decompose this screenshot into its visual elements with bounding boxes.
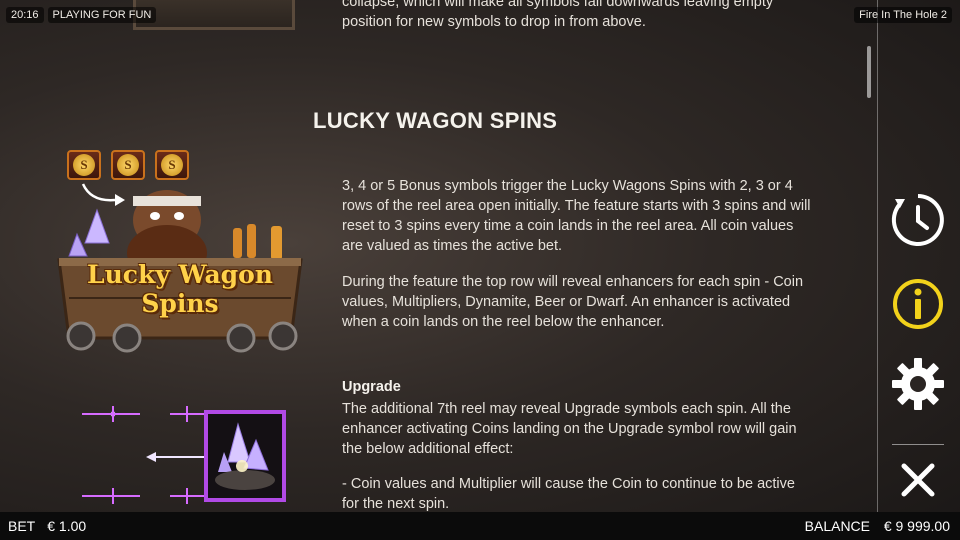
settings-button[interactable] [888, 354, 948, 414]
game-name: Fire In The Hole 2 [854, 7, 952, 23]
bet-value: € 1.00 [47, 518, 87, 534]
gear-icon [892, 358, 944, 410]
balance-label: BALANCE [804, 518, 870, 534]
history-button[interactable] [888, 190, 948, 250]
close-button[interactable] [888, 450, 948, 510]
side-panel-separator [892, 444, 944, 445]
balance-value: € 9 999.00 [883, 518, 950, 534]
clock-time: 20:16 [6, 7, 44, 23]
paytable-content: collapse, which will make all symbols fa… [0, 0, 870, 512]
upgrade-description: The additional 7th reel may reveal Upgra… [342, 401, 797, 457]
close-icon [901, 463, 935, 497]
info-button[interactable] [888, 274, 948, 334]
enhancer-description: During the feature the top row will reve… [342, 274, 804, 330]
wagon-illustration [57, 183, 303, 353]
top-bar: 20:16 PLAYING FOR FUN Fire In The Hole 2 [0, 0, 960, 30]
side-panel-divider [877, 0, 878, 512]
play-mode-label: PLAYING FOR FUN [47, 7, 157, 23]
upgrade-effect: - Coin values and Multiplier will cause … [342, 476, 795, 512]
lucky-wagon-logo: Lucky Wagon Spins [87, 260, 273, 318]
upgrade-illustration [82, 406, 286, 504]
clock-icon [891, 194, 944, 246]
upgrade-heading: Upgrade [342, 379, 401, 395]
scrollbar-thumb[interactable] [867, 46, 871, 98]
bet-label: BET [8, 518, 36, 534]
bottom-bar: BET € 1.00 BALANCE € 9 999.00 [0, 512, 960, 540]
info-icon [893, 279, 943, 329]
section-title: LUCKY WAGON SPINS [313, 108, 558, 133]
lucky-wagon-image: S S S Lucky Wagon Spins [55, 148, 305, 360]
upgrade-symbol-image [80, 400, 290, 510]
feature-description: 3, 4 or 5 Bonus symbols trigger the Luck… [342, 178, 811, 254]
